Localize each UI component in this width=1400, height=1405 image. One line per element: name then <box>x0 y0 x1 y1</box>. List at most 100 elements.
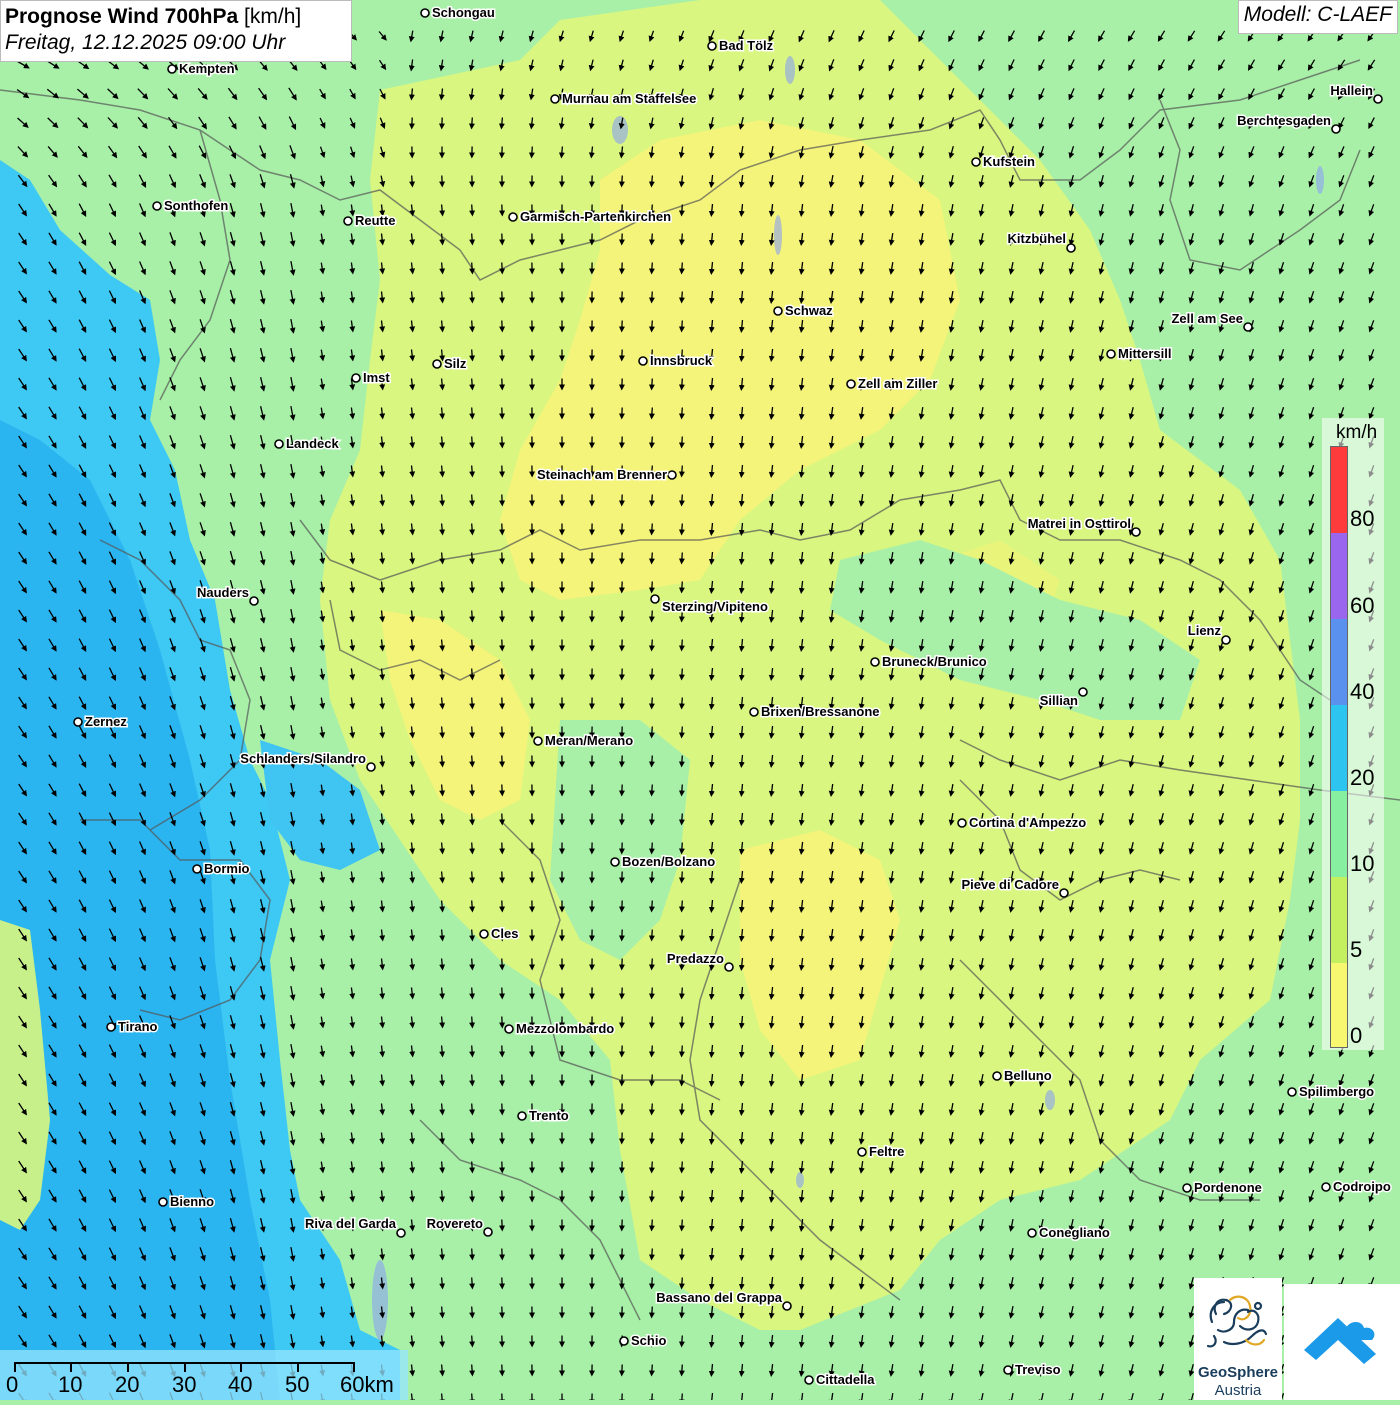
city-label: Kitzbühel <box>1008 231 1067 246</box>
city-marker: Spilimbergo <box>1288 1084 1374 1099</box>
city-marker: Steinach am Brenner <box>537 467 676 482</box>
city-dot <box>958 819 966 827</box>
wind-arrow <box>442 1307 443 1316</box>
city-label: Zell am See <box>1171 311 1243 326</box>
legend-swatch-40 <box>1331 619 1347 705</box>
city-marker: Mezzolombardo <box>505 1021 614 1036</box>
city-dot <box>153 202 161 210</box>
wind-arrow <box>652 1191 653 1200</box>
wind-arrow <box>652 234 653 243</box>
city-label: Zernez <box>85 714 127 729</box>
city-dot <box>1060 889 1068 897</box>
geosphere-logo[interactable]: GeoSphere Austria <box>1194 1278 1282 1400</box>
wind-arrow <box>442 988 443 997</box>
wind-arrow <box>472 785 473 794</box>
city-dot <box>871 658 879 666</box>
legend-swatch-60 <box>1331 533 1347 619</box>
wind-arrow <box>472 350 473 359</box>
city-dot <box>858 1148 866 1156</box>
wind-arrow <box>442 930 443 939</box>
city-label: Matrei in Osttirol <box>1028 516 1131 531</box>
wind-arrow <box>682 582 683 591</box>
wind-arrow <box>472 843 473 852</box>
wind-arrow <box>652 959 653 968</box>
weather-app-logo[interactable] <box>1284 1284 1400 1400</box>
wind-arrow <box>652 640 653 649</box>
geosphere-emblem-icon <box>1194 1284 1282 1364</box>
legend-label-60: 60 <box>1350 593 1374 619</box>
wind-arrow <box>442 1394 443 1401</box>
city-label: Landeck <box>286 436 340 451</box>
city-marker: Garmisch-Partenkirchen <box>509 209 671 224</box>
legend-swatch-0 <box>1331 963 1347 1047</box>
wind-arrow <box>472 611 473 620</box>
city-dot <box>1322 1183 1330 1191</box>
city-dot <box>805 1376 813 1384</box>
wind-arrow <box>652 1278 653 1287</box>
wind-arrow <box>682 1191 683 1200</box>
scale-tick <box>14 1362 16 1372</box>
legend-label-20: 20 <box>1350 765 1374 791</box>
wind-arrow <box>652 263 653 272</box>
legend-bar <box>1330 446 1348 1048</box>
wind-arrow <box>682 1017 683 1026</box>
wind-arrow <box>682 1162 683 1171</box>
city-dot <box>993 1072 1001 1080</box>
city-dot <box>668 471 676 479</box>
wind-arrow <box>682 669 683 678</box>
wind-arrow <box>442 698 443 707</box>
forecast-datetime: Freitag, 12.12.2025 09:00 Uhr <box>5 30 347 56</box>
wind-arrow <box>682 1133 683 1142</box>
city-dot <box>1107 350 1115 358</box>
wind-arrow <box>652 582 653 591</box>
wind-arrow <box>442 350 443 359</box>
wind-arrow <box>442 1249 443 1258</box>
wind-arrow <box>472 1104 473 1113</box>
city-dot <box>774 307 782 315</box>
wind-arrow <box>682 553 683 562</box>
wind-arrow <box>682 1336 683 1345</box>
city-label: Spilimbergo <box>1299 1084 1374 1099</box>
city-marker: Cittadella <box>805 1372 875 1387</box>
city-dot <box>352 374 360 382</box>
wind-arrow <box>472 582 473 591</box>
wind-arrow <box>442 263 443 272</box>
wind-arrow <box>442 524 443 533</box>
wind-arrow <box>682 727 683 736</box>
wind-arrow <box>472 1046 473 1055</box>
legend-swatch-5 <box>1331 877 1347 963</box>
wind-arrow <box>442 408 443 417</box>
logo-name-line1: GeoSphere <box>1194 1364 1282 1381</box>
wind-arrow <box>652 1017 653 1026</box>
city-marker: Meran/Merano <box>534 733 633 748</box>
wind-arrow <box>442 1336 443 1345</box>
city-label: Cortina d'Ampezzo <box>969 815 1086 830</box>
wind-map: SchongauBad TölzKemptenMurnau am Staffel… <box>0 0 1400 1400</box>
wind-arrow <box>472 292 473 301</box>
wind-arrow <box>442 495 443 504</box>
wind-arrow <box>652 756 653 765</box>
wind-arrow <box>472 669 473 678</box>
city-label: Innsbruck <box>650 353 713 368</box>
wind-arrow <box>682 1046 683 1055</box>
legend-label-0: 0 <box>1350 1023 1362 1049</box>
wind-arrow <box>682 263 683 272</box>
city-label: Silz <box>444 356 467 371</box>
city-dot <box>725 963 733 971</box>
wind-arrow <box>472 1191 473 1200</box>
city-label: Kufstein <box>983 154 1035 169</box>
city-marker: Bozen/Bolzano <box>611 854 715 869</box>
city-label: Treviso <box>1015 1362 1061 1377</box>
wind-arrow <box>682 1278 683 1287</box>
city-dot <box>639 357 647 365</box>
wind-arrow <box>652 379 653 388</box>
wind-arrow <box>442 582 443 591</box>
city-label: Hallein <box>1330 83 1373 98</box>
city-label: Garmisch-Partenkirchen <box>520 209 671 224</box>
wind-arrow <box>442 872 443 881</box>
city-dot <box>972 158 980 166</box>
wind-arrow <box>412 89 413 98</box>
city-label: Schwaz <box>785 303 833 318</box>
wind-arrow <box>442 553 443 562</box>
wind-arrow <box>652 524 653 533</box>
